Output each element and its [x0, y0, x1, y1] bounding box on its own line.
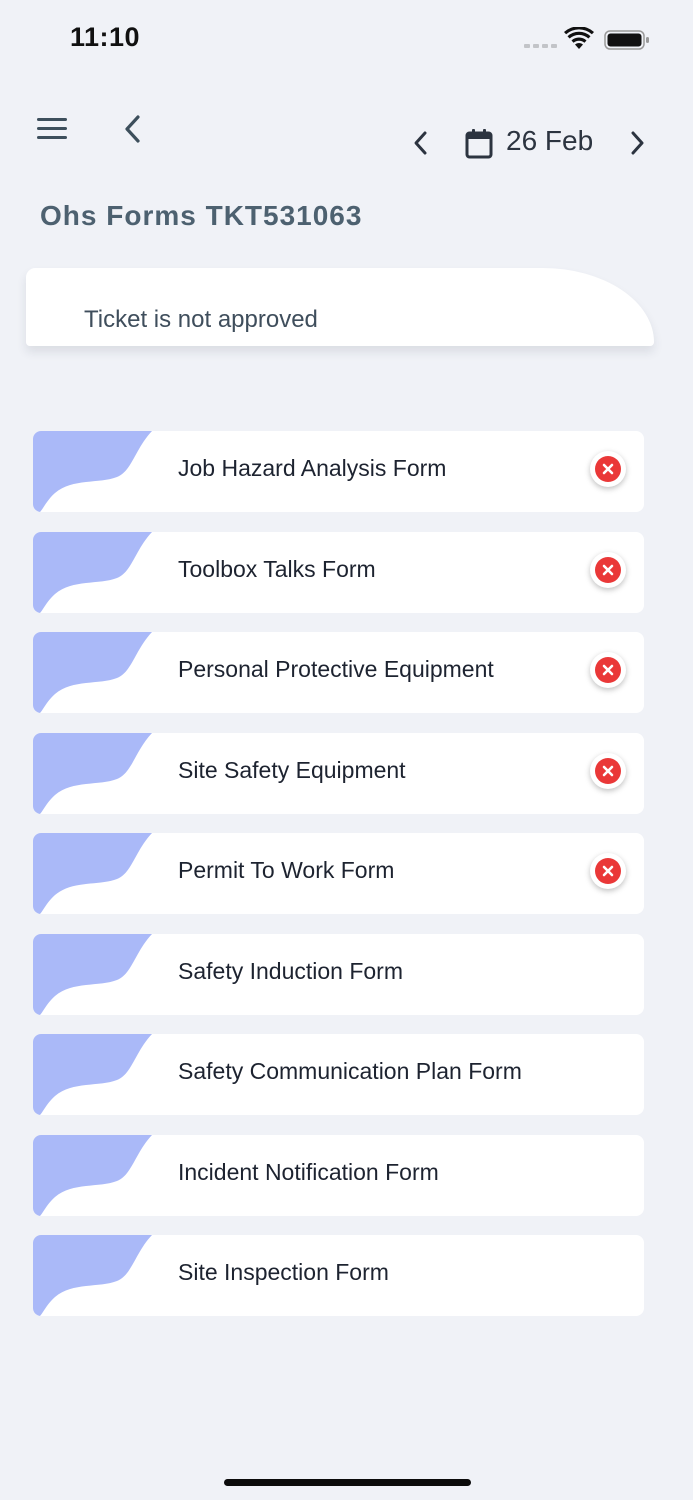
battery-icon — [604, 30, 649, 50]
hamburger-icon[interactable] — [34, 114, 70, 144]
form-wave-decoration — [33, 732, 152, 814]
form-label: Job Hazard Analysis Form — [178, 455, 447, 481]
date-prev-chevron-icon[interactable] — [404, 128, 438, 158]
form-label: Safety Induction Form — [178, 957, 403, 984]
form-item-safety-induction[interactable]: Safety Induction Form — [33, 933, 644, 1015]
form-label: Safety Communication Plan Form — [178, 1058, 522, 1084]
form-wave-decoration — [33, 833, 152, 914]
incomplete-status-icon — [590, 652, 626, 688]
wifi-icon — [564, 27, 594, 49]
form-label: Site Safety Equipment — [178, 756, 406, 783]
form-item-site-inspection[interactable]: Site Inspection Form — [33, 1235, 644, 1316]
status-bar: 11:10 — [0, 0, 693, 80]
home-indicator[interactable] — [224, 1479, 471, 1486]
form-label: Site Inspection Form — [178, 1259, 389, 1285]
incomplete-status-icon — [590, 853, 626, 889]
date-label[interactable]: 26 Feb — [506, 125, 593, 157]
form-wave-decoration — [33, 531, 152, 613]
incomplete-status-icon — [590, 551, 626, 588]
form-item-incident-notification[interactable]: Incident Notification Form — [33, 1134, 644, 1216]
form-label: Permit To Work Form — [178, 857, 395, 883]
form-label: Personal Protective Equipment — [178, 656, 494, 682]
form-item-permit-to-work[interactable]: Permit To Work Form — [33, 833, 644, 914]
form-label: Incident Notification Form — [178, 1158, 439, 1185]
form-wave-decoration — [33, 632, 152, 713]
form-item-safety-communication-plan[interactable]: Safety Communication Plan Form — [33, 1034, 644, 1115]
form-wave-decoration — [33, 431, 152, 512]
form-wave-decoration — [33, 1034, 152, 1115]
status-time: 11:10 — [70, 22, 141, 52]
form-item-site-safety-equipment[interactable]: Site Safety Equipment — [33, 732, 644, 814]
cellular-signal-icon — [524, 44, 557, 48]
incomplete-status-icon — [590, 451, 626, 487]
ticket-status-text: Ticket is not approved — [84, 306, 318, 333]
form-wave-decoration — [33, 933, 152, 1015]
calendar-icon — [465, 129, 493, 159]
form-item-toolbox-talks[interactable]: Toolbox Talks Form — [33, 531, 644, 613]
forms-list: Job Hazard Analysis Form Toolbox Talks F… — [33, 431, 644, 1336]
form-wave-decoration — [33, 1235, 152, 1316]
date-next-chevron-icon[interactable] — [620, 128, 654, 158]
form-wave-decoration — [33, 1134, 152, 1216]
form-item-job-hazard-analysis[interactable]: Job Hazard Analysis Form — [33, 431, 644, 512]
incomplete-status-icon — [590, 752, 626, 789]
form-item-personal-protective-equipment[interactable]: Personal Protective Equipment — [33, 632, 644, 713]
ticket-status-card: Ticket is not approved — [26, 268, 654, 346]
form-label: Toolbox Talks Form — [178, 555, 376, 582]
page-title: Ohs Forms TKT531063 — [40, 200, 363, 231]
back-chevron-icon[interactable] — [118, 112, 148, 146]
